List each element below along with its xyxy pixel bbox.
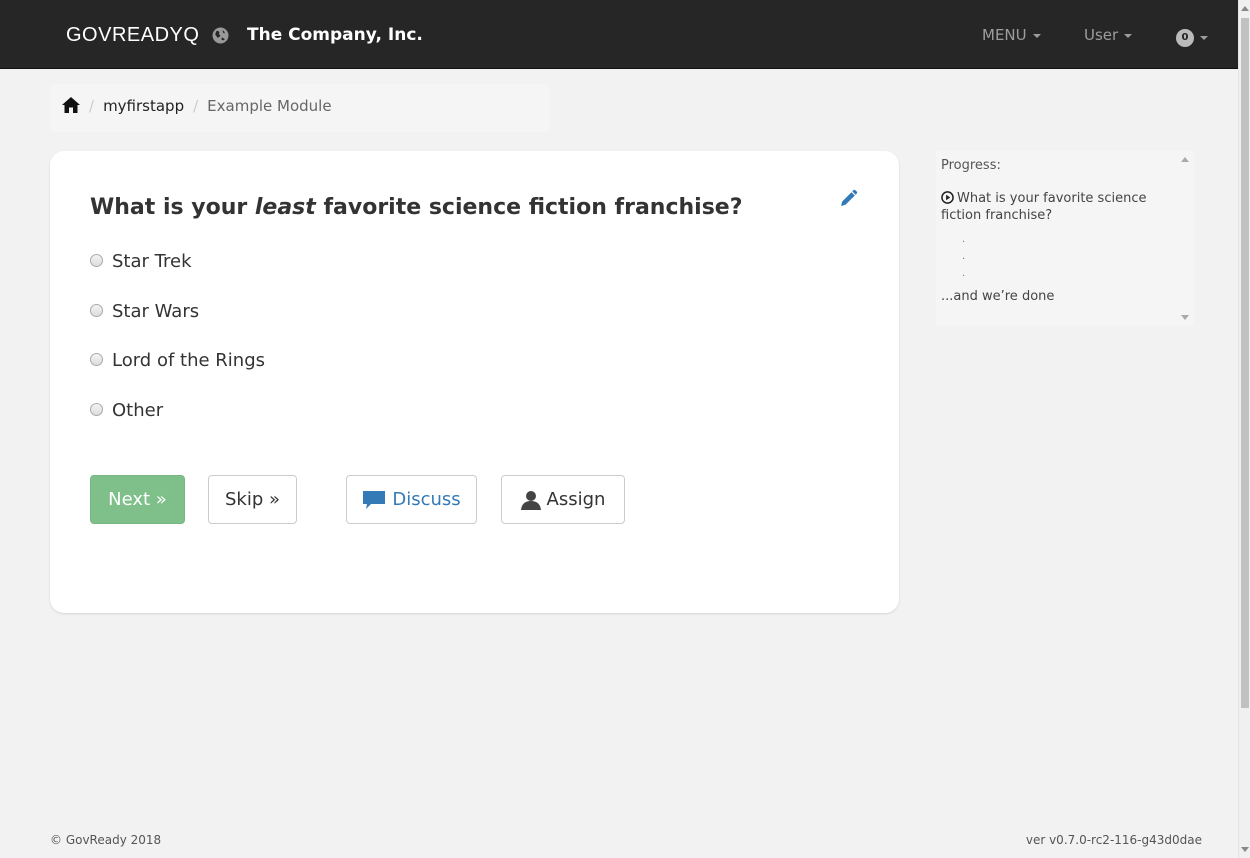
footer-copyright: © GovReady 2018	[50, 833, 162, 847]
question-emphasis: least	[254, 195, 316, 220]
assign-button-label: Assign	[546, 489, 606, 510]
brand-logo[interactable]: GOVREADYQ	[66, 24, 199, 47]
user-dropdown[interactable]: User	[1084, 26, 1133, 44]
progress-item-label: What is your favorite science fiction fr…	[941, 191, 1147, 223]
progress-done-label: ...and we’re done	[941, 289, 1055, 304]
caret-down-icon	[1032, 33, 1041, 38]
radio-button[interactable]	[90, 304, 103, 317]
discuss-button[interactable]: Discuss	[346, 475, 477, 524]
breadcrumb: / myfirstapp / Example Module	[50, 84, 550, 132]
choice-lord-of-the-rings[interactable]: Lord of the Rings	[90, 350, 265, 371]
choice-other[interactable]: Other	[90, 400, 163, 421]
breadcrumb-separator: /	[89, 97, 95, 115]
choice-label: Other	[112, 400, 164, 421]
top-navbar: GOVREADYQ The Company, Inc. MENU User 0	[0, 0, 1238, 69]
menu-dropdown[interactable]: MENU	[982, 26, 1041, 44]
scrollbar-thumb[interactable]	[1241, 18, 1249, 708]
choice-star-trek[interactable]: Star Trek	[90, 251, 192, 272]
play-circle-icon	[941, 191, 954, 204]
home-icon[interactable]	[62, 97, 80, 117]
next-button-label: Next »	[108, 489, 167, 510]
skip-button[interactable]: Skip »	[208, 475, 297, 524]
progress-dot: .	[962, 234, 966, 245]
progress-ellipsis: . . .	[962, 231, 965, 282]
progress-panel: Progress: What is your favorite science …	[936, 151, 1194, 326]
breadcrumb-item-app[interactable]: myfirstapp	[103, 97, 184, 115]
question-suffix: favorite science fiction franchise?	[315, 195, 743, 220]
radio-button[interactable]	[90, 254, 103, 267]
globe-icon	[212, 27, 229, 44]
breadcrumb-separator: /	[193, 97, 199, 115]
user-label: User	[1084, 26, 1119, 44]
discuss-button-label: Discuss	[392, 489, 461, 510]
user-icon	[520, 490, 541, 510]
scroll-down-arrow-icon[interactable]	[1241, 847, 1249, 852]
menu-label: MENU	[982, 26, 1027, 44]
question-prefix: What is your	[90, 195, 255, 220]
footer-version: ver v0.7.0-rc2-116-g43d0dae	[1025, 833, 1202, 847]
choice-label: Star Trek	[112, 251, 192, 272]
pencil-edit-icon[interactable]	[838, 189, 858, 209]
question-card: What is your least favorite science fict…	[50, 151, 899, 613]
notification-count-badge: 0	[1176, 28, 1194, 47]
radio-button[interactable]	[90, 353, 103, 366]
page-scrollbar[interactable]	[1238, 0, 1250, 858]
scroll-up-arrow-icon[interactable]	[1181, 157, 1189, 162]
progress-panel-scrollbar[interactable]	[1176, 151, 1194, 326]
breadcrumb-item-module: Example Module	[207, 97, 332, 115]
caret-down-icon	[1124, 33, 1133, 38]
progress-title: Progress:	[941, 158, 1001, 173]
scroll-down-arrow-icon[interactable]	[1181, 315, 1189, 320]
comment-icon	[363, 490, 386, 509]
radio-button[interactable]	[90, 403, 103, 416]
skip-button-label: Skip »	[224, 489, 280, 510]
notifications-dropdown[interactable]: 0	[1176, 27, 1208, 47]
progress-dot: .	[962, 268, 966, 279]
choice-label: Lord of the Rings	[112, 350, 266, 371]
caret-down-icon	[1200, 35, 1208, 40]
question-title: What is your least favorite science fict…	[90, 195, 743, 220]
choice-label: Star Wars	[112, 301, 200, 322]
choice-star-wars[interactable]: Star Wars	[90, 301, 199, 322]
assign-button[interactable]: Assign	[501, 475, 625, 524]
progress-dot: .	[962, 251, 966, 262]
next-button[interactable]: Next »	[90, 475, 185, 524]
scroll-up-arrow-icon[interactable]	[1241, 6, 1249, 11]
progress-item-current[interactable]: What is your favorite science fiction fr…	[941, 190, 1176, 224]
organization-name[interactable]: The Company, Inc.	[247, 25, 423, 45]
